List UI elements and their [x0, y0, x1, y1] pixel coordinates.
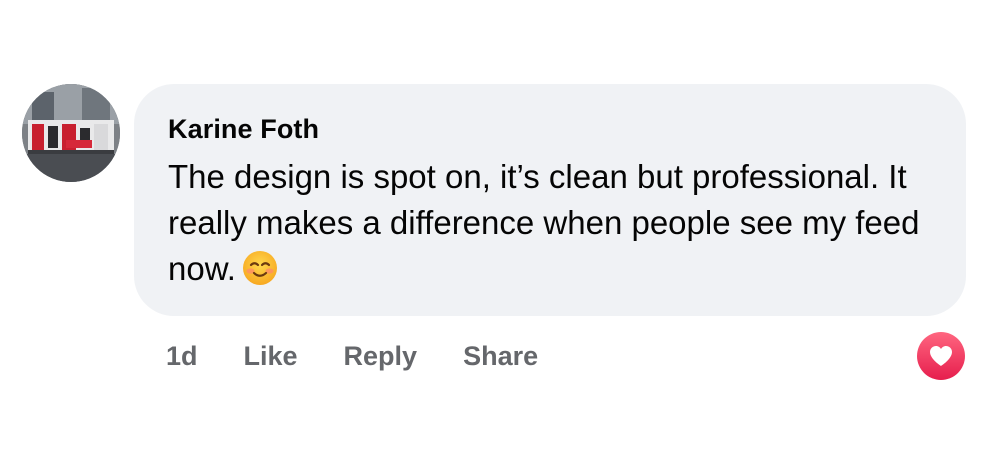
- heart-reaction-badge[interactable]: [917, 332, 965, 380]
- comment-timestamp[interactable]: 1d: [166, 341, 198, 372]
- comment-body: The design is spot on, it’s clean but pr…: [168, 154, 938, 292]
- reply-button[interactable]: Reply: [344, 341, 418, 372]
- comment-bubble: Karine Foth The design is spot on, it’s …: [134, 84, 966, 316]
- comment-actions: 1d Like Reply Share: [166, 336, 584, 376]
- smiling-face-emoji-icon: [242, 250, 278, 286]
- heart-icon: [930, 346, 952, 366]
- like-button[interactable]: Like: [244, 341, 298, 372]
- comment-text: The design is spot on, it’s clean but pr…: [168, 158, 920, 287]
- share-button[interactable]: Share: [463, 341, 538, 372]
- avatar[interactable]: [22, 84, 120, 182]
- comment-author[interactable]: Karine Foth: [168, 112, 934, 146]
- avatar-image: [22, 84, 120, 182]
